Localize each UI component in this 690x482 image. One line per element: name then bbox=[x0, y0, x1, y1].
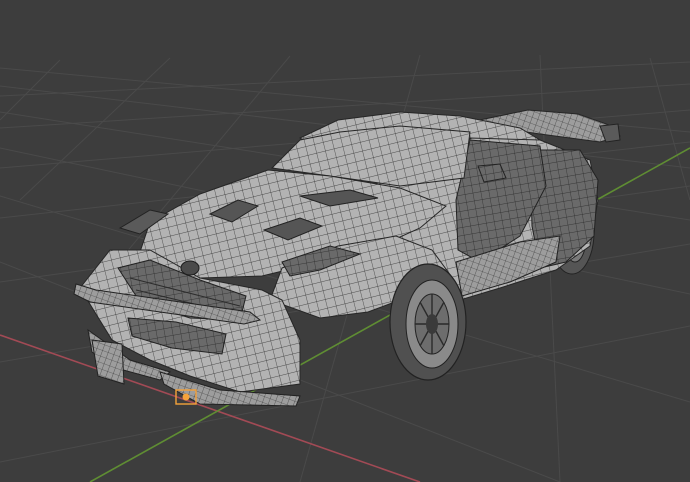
badge bbox=[180, 260, 200, 276]
front-wheel[interactable] bbox=[389, 263, 467, 381]
3d-viewport[interactable] bbox=[0, 0, 690, 482]
viewport-canvas[interactable] bbox=[0, 0, 690, 482]
front-canard[interactable] bbox=[91, 339, 125, 385]
